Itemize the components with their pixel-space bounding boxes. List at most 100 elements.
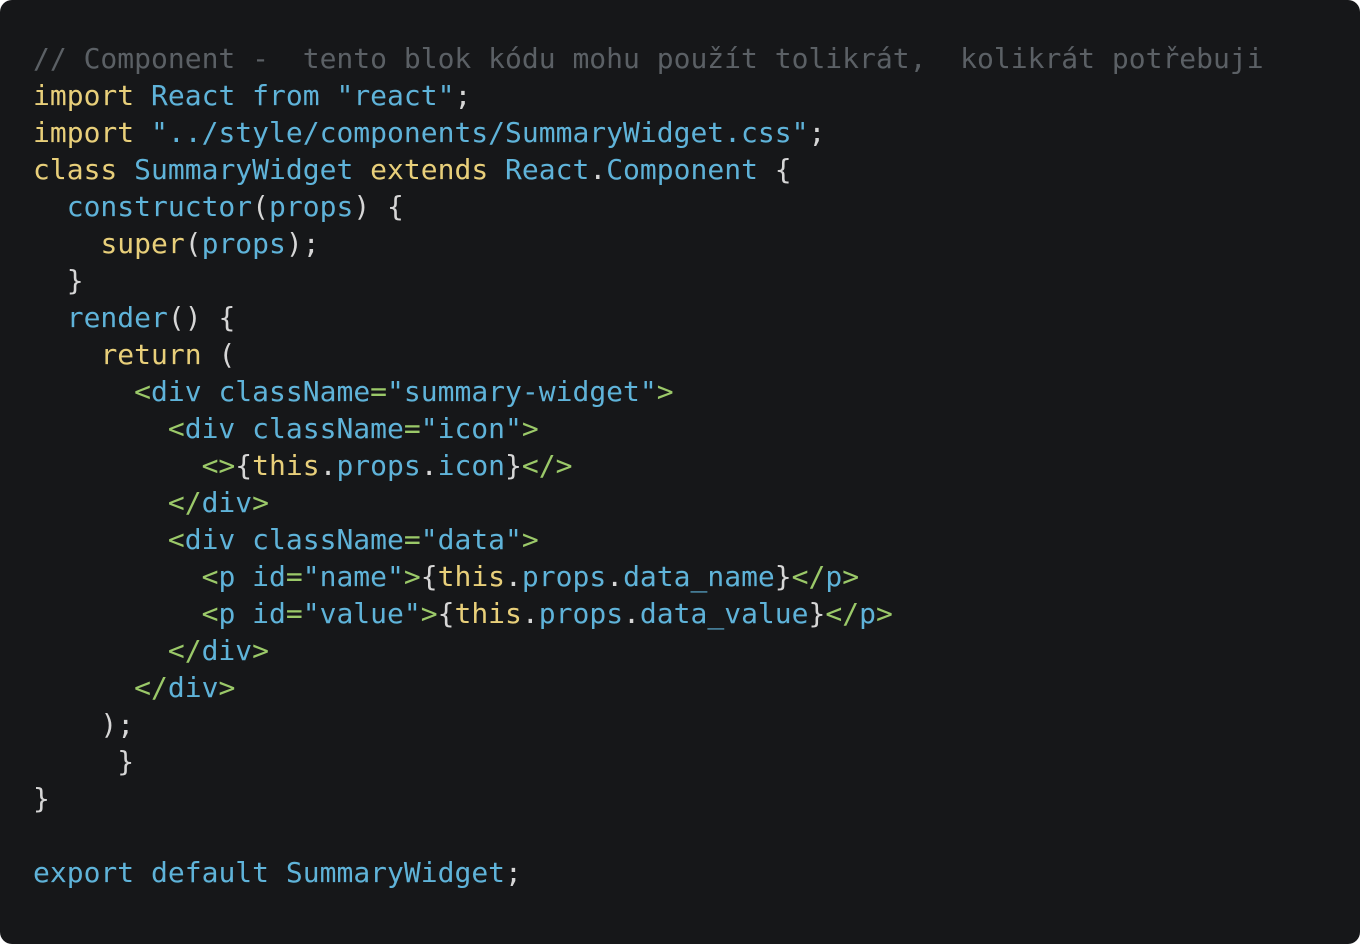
code-token-punctuation xyxy=(320,79,337,112)
code-token-tag: = xyxy=(285,560,303,593)
code-token-identifier: "react" xyxy=(336,79,455,112)
code-token-punctuation: . xyxy=(623,597,640,630)
code-line: </div> xyxy=(33,669,1264,706)
code-token-keyword: return xyxy=(100,338,202,371)
code-token-punctuation: } xyxy=(33,745,135,778)
code-token-tag: = xyxy=(370,375,388,408)
code-token-keyword: import xyxy=(33,116,135,149)
code-token-punctuation: . xyxy=(319,449,337,482)
code-token-tag: </ xyxy=(167,486,202,519)
code-token-punctuation xyxy=(33,671,134,704)
code-token-tag: < xyxy=(201,560,219,593)
code-token-punctuation xyxy=(33,301,67,334)
code-token-punctuation: . xyxy=(420,449,438,482)
code-token-identifier: p xyxy=(859,597,876,630)
code-token-identifier: id xyxy=(252,597,286,630)
code-token-punctuation: } xyxy=(505,449,522,482)
code-token-identifier: SummaryWidget xyxy=(285,856,506,889)
code-token-identifier: from xyxy=(252,79,320,112)
code-token-comment: // Component - tento blok kódu mohu použ… xyxy=(33,42,1264,75)
code-token-tag: = xyxy=(285,597,303,630)
code-token-punctuation xyxy=(488,153,505,186)
code-token-punctuation xyxy=(235,560,252,593)
code-token-identifier: data_value xyxy=(639,597,809,630)
code-token-tag: > xyxy=(521,412,539,445)
code-token-punctuation: () { xyxy=(167,301,236,334)
code-token-identifier: "icon" xyxy=(420,412,522,445)
code-line: constructor(props) { xyxy=(33,188,1264,225)
code-token-keyword: class xyxy=(33,153,118,186)
code-token-punctuation xyxy=(134,116,151,149)
code-token-identifier: render xyxy=(66,301,168,334)
code-token-tag: </ xyxy=(167,634,202,667)
code-line: // Component - tento blok kódu mohu použ… xyxy=(33,40,1264,77)
code-token-punctuation xyxy=(33,412,168,445)
code-line: <p id="name">{this.props.data_name}</p> xyxy=(33,558,1264,595)
code-token-identifier: icon xyxy=(437,449,506,482)
code-token-identifier: props xyxy=(336,449,421,482)
code-token-punctuation xyxy=(117,153,134,186)
code-token-punctuation xyxy=(235,79,252,112)
code-line: class SummaryWidget extends React.Compon… xyxy=(33,151,1264,188)
code-token-punctuation: ) { xyxy=(353,190,404,223)
code-token-punctuation xyxy=(33,227,100,260)
code-line: <p id="value">{this.props.data_value}</p… xyxy=(33,595,1264,632)
code-token-tag: > xyxy=(403,560,421,593)
code-snippet-panel: // Component - tento blok kódu mohu použ… xyxy=(0,0,1360,944)
code-line: <div className="icon"> xyxy=(33,410,1264,447)
code-token-punctuation xyxy=(235,597,252,630)
code-token-punctuation xyxy=(134,79,151,112)
code-block: // Component - tento blok kódu mohu použ… xyxy=(33,40,1264,891)
code-token-identifier: React xyxy=(151,79,236,112)
code-line: super(props); xyxy=(33,225,1264,262)
code-token-identifier: data_name xyxy=(623,560,775,593)
code-token-tag: = xyxy=(403,523,421,556)
code-token-tag: </ xyxy=(134,671,168,704)
code-token-punctuation xyxy=(202,375,219,408)
code-token-punctuation: { xyxy=(420,560,438,593)
code-token-punctuation xyxy=(33,634,168,667)
code-token-keyword: import xyxy=(33,79,135,112)
code-token-tag: < xyxy=(201,597,219,630)
code-token-punctuation: ( xyxy=(201,338,236,371)
code-token-tag: > xyxy=(420,597,438,630)
code-token-identifier: React xyxy=(505,153,590,186)
code-token-tag: = xyxy=(403,412,421,445)
code-line: <div className="data"> xyxy=(33,521,1264,558)
code-line: } xyxy=(33,262,1264,299)
code-token-tag: > xyxy=(252,634,270,667)
code-token-punctuation: ; xyxy=(808,116,826,149)
code-token-keyword: this xyxy=(454,597,522,630)
code-token-punctuation xyxy=(353,153,370,186)
code-token-identifier: div xyxy=(151,375,202,408)
code-token-punctuation: ); xyxy=(285,227,320,260)
code-token-punctuation xyxy=(235,523,252,556)
code-token-punctuation xyxy=(269,856,286,889)
code-token-punctuation xyxy=(33,190,67,223)
code-token-punctuation: ; xyxy=(454,79,472,112)
code-token-punctuation: ( xyxy=(252,190,270,223)
code-token-identifier: "data" xyxy=(420,523,522,556)
code-token-tag: > xyxy=(218,671,236,704)
code-token-keyword: this xyxy=(437,560,506,593)
code-token-identifier: "name" xyxy=(302,560,404,593)
code-token-punctuation: ); xyxy=(33,708,135,741)
code-token-identifier: props xyxy=(521,560,607,593)
code-line: <div className="summary-widget"> xyxy=(33,373,1264,410)
code-token-tag: < xyxy=(134,375,152,408)
code-token-tag: > xyxy=(842,560,860,593)
code-token-tag: > xyxy=(521,523,539,556)
code-token-tag: > xyxy=(656,375,674,408)
code-token-identifier: Component xyxy=(606,153,758,186)
code-token-identifier: className xyxy=(252,412,404,445)
code-token-punctuation: } xyxy=(33,782,50,815)
code-token-keyword: super xyxy=(100,227,185,260)
code-token-punctuation xyxy=(134,856,151,889)
code-token-identifier: props xyxy=(269,190,354,223)
code-token-punctuation: ( xyxy=(184,227,202,260)
code-token-identifier: "value" xyxy=(302,597,421,630)
code-token-tag: <> xyxy=(201,449,236,482)
code-token-identifier: SummaryWidget xyxy=(134,153,354,186)
code-line: import React from "react"; xyxy=(33,77,1264,114)
